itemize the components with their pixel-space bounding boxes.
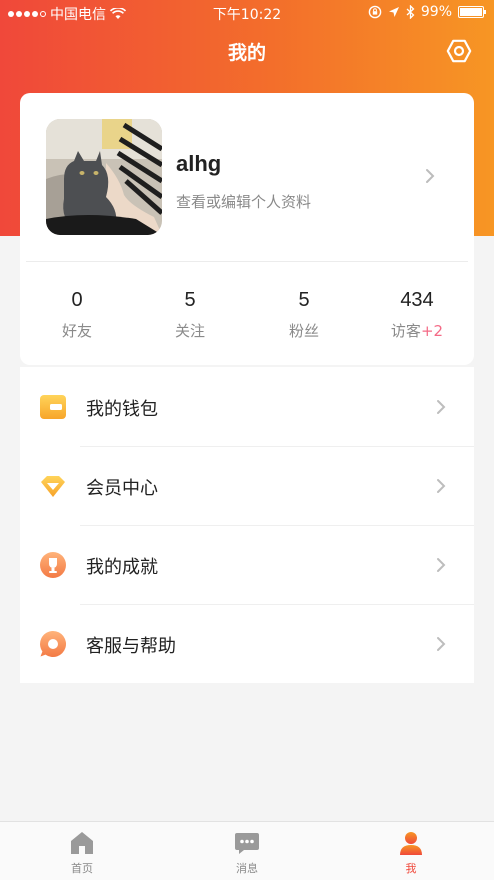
menu-item-wallet[interactable]: 我的钱包 xyxy=(20,367,474,446)
chevron-right-icon xyxy=(437,558,446,572)
avatar-photo xyxy=(46,119,162,235)
menu-label: 会员中心 xyxy=(86,478,158,499)
chevron-right-icon[interactable] xyxy=(424,167,436,185)
stat-label: 好友 xyxy=(61,322,92,340)
wallet-icon xyxy=(40,395,66,419)
stat-label: 粉丝 xyxy=(288,322,319,340)
trophy-icon xyxy=(40,552,66,578)
menu-item-membership[interactable]: 会员中心 xyxy=(20,446,474,525)
menu-item-achievements[interactable]: 我的成就 xyxy=(20,525,474,604)
stat-friends[interactable]: 0 好友 xyxy=(20,289,134,341)
diamond-icon xyxy=(41,476,65,497)
location-arrow-icon xyxy=(388,7,399,17)
chat-bubble-icon xyxy=(40,631,67,657)
chevron-right-icon xyxy=(437,400,446,414)
stat-label: 访客 xyxy=(390,322,421,340)
bluetooth-icon xyxy=(406,5,415,19)
menu-list: 我的钱包 会员中心 我的成就 客服与帮助 xyxy=(20,367,474,683)
stat-fans[interactable]: 5 粉丝 xyxy=(247,289,361,341)
tab-me[interactable]: 我 xyxy=(371,830,451,876)
status-bar: 中国电信 下午10:22 99% xyxy=(0,0,494,26)
edit-profile-link[interactable]: 查看或编辑个人资料 xyxy=(176,191,311,212)
tab-label: 首页 xyxy=(71,862,93,875)
username[interactable]: alhg xyxy=(176,151,221,177)
message-icon xyxy=(235,833,259,854)
avatar[interactable] xyxy=(46,119,162,235)
stat-visitors[interactable]: 434 访客+2 xyxy=(360,289,474,341)
battery-icon xyxy=(458,6,486,18)
tab-messages[interactable]: 消息 xyxy=(207,830,287,876)
tab-home[interactable]: 首页 xyxy=(42,830,122,876)
tab-label: 消息 xyxy=(236,862,258,875)
rotation-lock-icon xyxy=(368,5,382,19)
stat-label-wrap: 访客+2 xyxy=(360,320,474,341)
status-right: 99% xyxy=(368,4,486,20)
stat-value: 0 xyxy=(71,289,83,311)
user-icon xyxy=(400,832,422,855)
home-icon xyxy=(71,832,93,854)
battery-percent: 99% xyxy=(420,4,452,20)
stat-value: 5 xyxy=(298,289,310,311)
chevron-right-icon xyxy=(437,479,446,493)
menu-label: 我的成就 xyxy=(86,557,158,578)
menu-label: 客服与帮助 xyxy=(86,636,176,657)
tab-label: 我 xyxy=(405,862,417,875)
stat-following[interactable]: 5 关注 xyxy=(133,289,247,341)
page-title: 我的 xyxy=(227,42,266,64)
card-divider xyxy=(26,261,468,262)
battery-fill xyxy=(460,8,482,16)
stat-value: 434 xyxy=(400,289,434,311)
chevron-right-icon xyxy=(437,637,446,651)
stat-label: 关注 xyxy=(174,322,205,340)
stat-value: 5 xyxy=(184,289,196,311)
tab-bar: 首页 消息 我 xyxy=(0,821,494,880)
profile-card: alhg 查看或编辑个人资料 0 好友 5 关注 5 粉丝 434 访客+2 xyxy=(20,93,474,365)
visitor-new-badge: +2 xyxy=(420,322,444,340)
menu-label: 我的钱包 xyxy=(86,399,158,420)
menu-item-support[interactable]: 客服与帮助 xyxy=(20,604,474,683)
settings-hexagon-icon[interactable] xyxy=(446,38,472,64)
